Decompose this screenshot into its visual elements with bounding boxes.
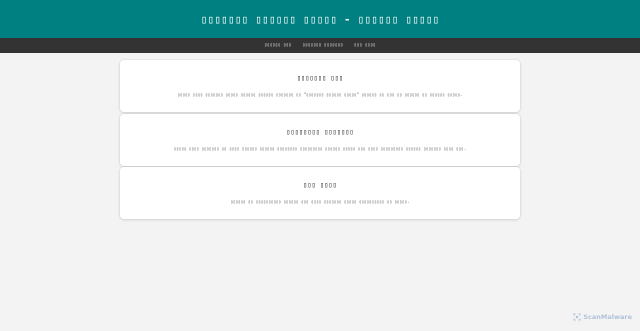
nav-link-3[interactable]: ▯▯▯ ▯▯▯▯ <box>354 43 376 48</box>
card-title: ▯▯▯ ▯▯▯▯ <box>303 181 337 189</box>
info-card-3: ▯▯▯ ▯▯▯▯ ▯▯▯▯▯▯ ▯▯ ▯▯▯▯▯▯▯▯▯▯ ▯▯▯▯▯▯ ▯▯▯… <box>120 167 520 219</box>
content-area: ▯▯▯▯▯▯▯ ▯▯▯ ▯▯▯▯▯ ▯▯▯▯ ▯▯▯▯▯▯▯ ▯▯▯▯▯ ▯▯▯… <box>120 60 520 221</box>
scanmalware-logo-icon <box>573 313 581 321</box>
nav-link-1[interactable]: ▯▯▯▯▯▯ ▯▯▯ <box>264 43 291 48</box>
watermark-text: ScanMalware <box>583 313 632 321</box>
card-text: ▯▯▯▯▯ ▯▯▯▯ ▯▯▯▯▯▯▯ ▯▯▯▯▯ ▯▯▯▯▯▯ ▯▯▯▯▯▯ ▯… <box>177 92 463 97</box>
card-text: ▯▯▯▯▯ ▯▯▯▯ ▯▯▯▯▯▯▯ ▯▯ ▯▯▯▯ ▯▯▯▯▯▯ ▯▯▯▯▯▯… <box>173 145 467 151</box>
site-header: ▯▯▯▯▯▯▯ ▯▯▯▯▯▯ ▯▯▯▯▯ - ▯▯▯▯▯▯ ▯▯▯▯▯ <box>0 0 640 38</box>
info-card-2: ▯▯▯▯▯▯▯▯ ▯▯▯▯▯▯▯ ▯▯▯▯▯ ▯▯▯▯ ▯▯▯▯▯▯▯ ▯▯ ▯… <box>120 113 520 166</box>
card-text: ▯▯▯▯▯▯ ▯▯ ▯▯▯▯▯▯▯▯▯▯ ▯▯▯▯▯▯ ▯▯▯ ▯▯▯▯ ▯▯▯… <box>230 199 410 204</box>
nav-link-2[interactable]: ▯▯▯▯▯▯▯ ▯▯▯▯▯▯▯ <box>302 43 343 48</box>
scanmalware-watermark: ScanMalware <box>573 313 632 321</box>
info-card-1: ▯▯▯▯▯▯▯ ▯▯▯ ▯▯▯▯▯ ▯▯▯▯ ▯▯▯▯▯▯▯ ▯▯▯▯▯ ▯▯▯… <box>120 60 520 112</box>
main-nav: ▯▯▯▯▯▯ ▯▯▯ ▯▯▯▯▯▯▯ ▯▯▯▯▯▯▯ ▯▯▯ ▯▯▯▯ <box>0 38 640 53</box>
site-title: ▯▯▯▯▯▯▯ ▯▯▯▯▯▯ ▯▯▯▯▯ - ▯▯▯▯▯▯ ▯▯▯▯▯ <box>200 12 440 26</box>
card-title: ▯▯▯▯▯▯▯▯ ▯▯▯▯▯▯▯ <box>286 127 354 136</box>
card-title: ▯▯▯▯▯▯▯ ▯▯▯ <box>296 74 344 82</box>
